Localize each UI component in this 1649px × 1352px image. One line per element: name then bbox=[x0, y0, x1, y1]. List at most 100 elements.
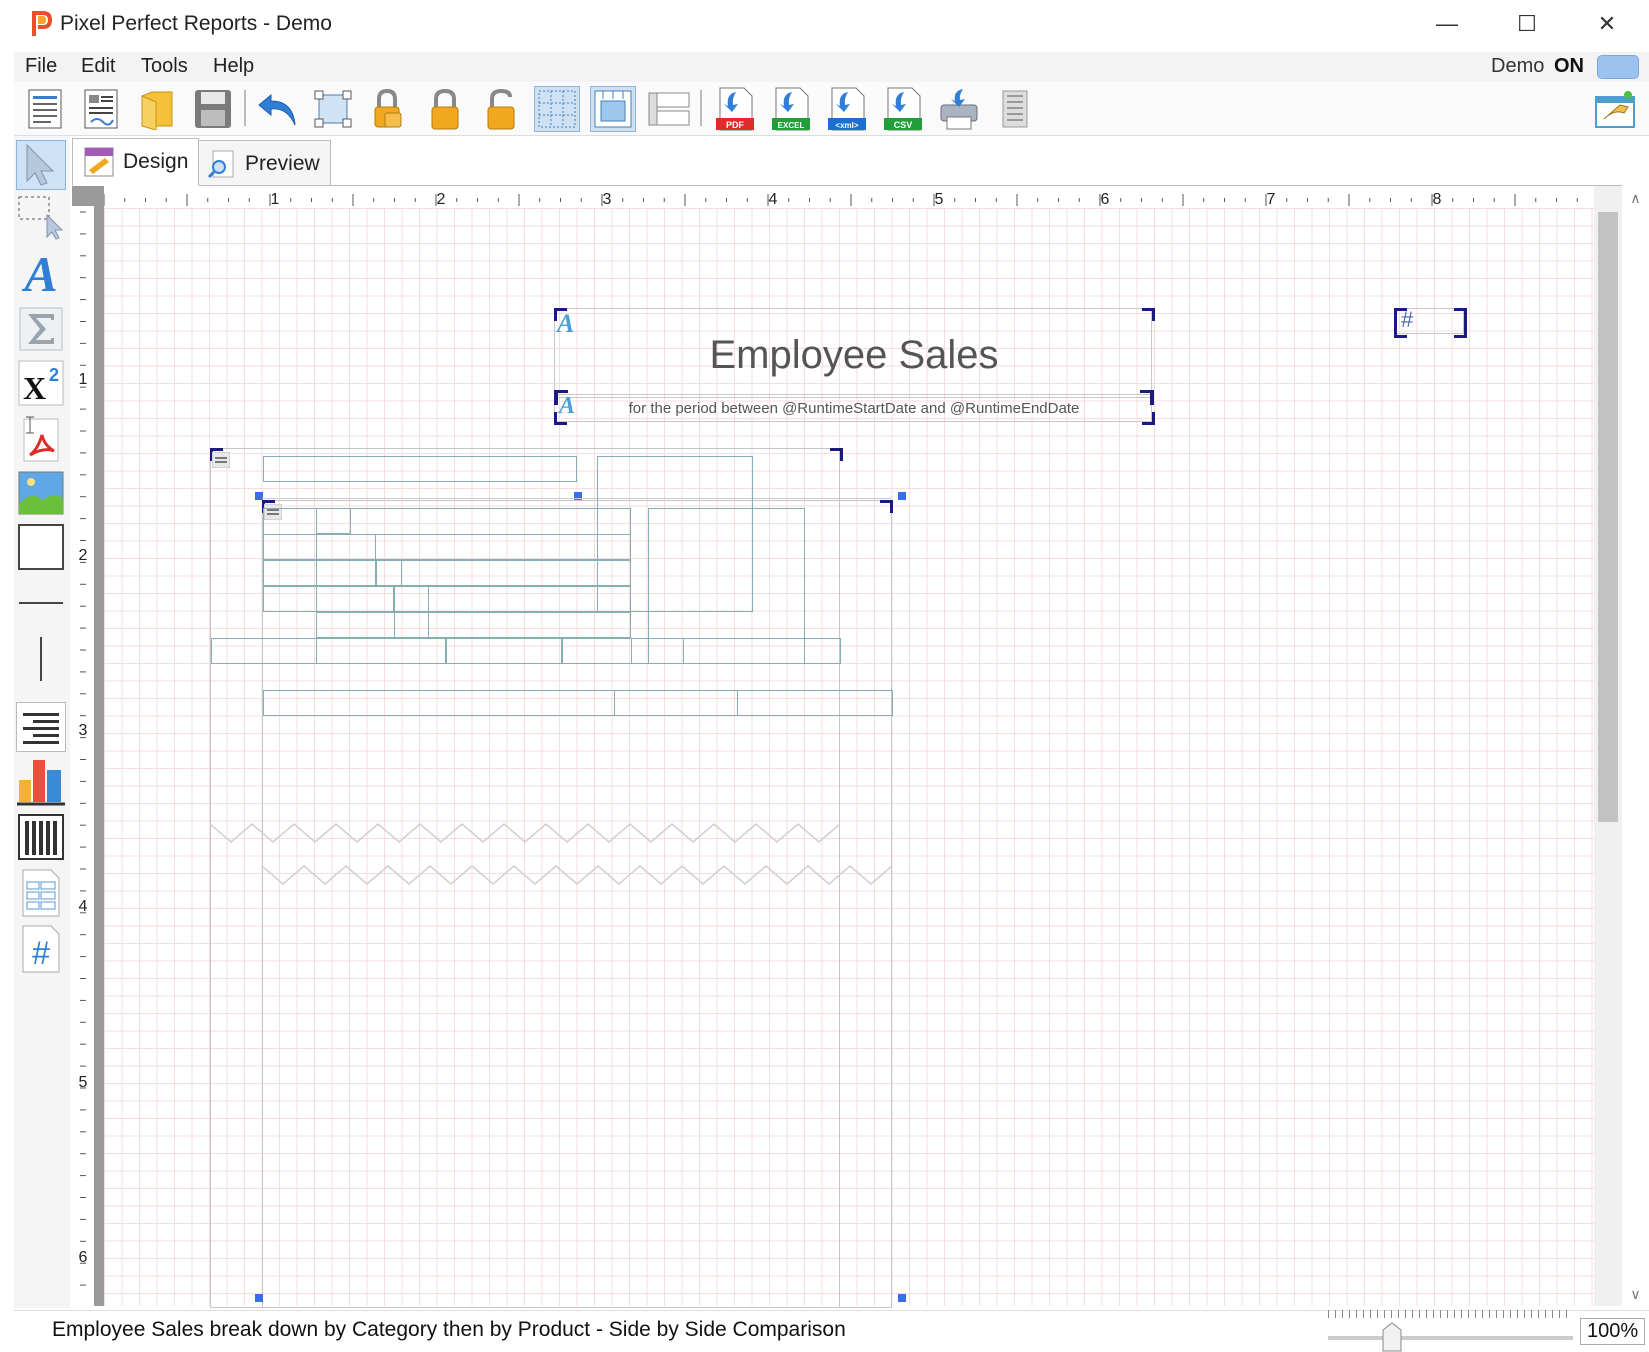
export-pdf-button[interactable]: PDF bbox=[712, 86, 758, 132]
lock-all-button[interactable] bbox=[366, 86, 412, 132]
report-cell[interactable] bbox=[614, 690, 738, 716]
report-cell[interactable] bbox=[446, 638, 562, 664]
print-button[interactable] bbox=[936, 86, 982, 132]
menu-bar bbox=[14, 52, 1649, 82]
tab-design-label: Design bbox=[123, 150, 189, 173]
title-textbox[interactable]: A Employee Sales bbox=[554, 308, 1152, 398]
export-csv-icon: CSV bbox=[884, 87, 922, 131]
undo-icon bbox=[258, 93, 296, 126]
sum-tool[interactable] bbox=[16, 304, 66, 354]
ruler-number: 5 bbox=[935, 191, 944, 208]
scroll-up-icon[interactable]: ∧ bbox=[1622, 186, 1649, 210]
sub-report-tool[interactable] bbox=[16, 868, 66, 918]
subreport-marker-icon bbox=[212, 452, 230, 468]
report-cell[interactable] bbox=[263, 690, 893, 716]
maximize-button[interactable]: ☐ bbox=[1492, 4, 1562, 44]
demo-mode-label: Demo bbox=[1491, 55, 1545, 77]
report-title: Employee Sales bbox=[709, 333, 999, 377]
design-tab-icon bbox=[84, 147, 114, 177]
minimize-button[interactable]: — bbox=[1412, 4, 1482, 44]
horizontal-line-tool[interactable] bbox=[16, 578, 66, 628]
resize-button[interactable] bbox=[310, 86, 356, 132]
rectangle-tool[interactable] bbox=[16, 522, 66, 572]
preview-tab-icon bbox=[207, 150, 234, 178]
margin-bar bbox=[94, 206, 104, 1306]
scroll-down-icon[interactable]: ∨ bbox=[1622, 1282, 1649, 1306]
image-tool[interactable] bbox=[16, 468, 66, 518]
sub-report-icon bbox=[22, 869, 60, 917]
menu-edit[interactable]: Edit bbox=[81, 55, 115, 78]
bands-button[interactable] bbox=[646, 86, 692, 132]
pdf-badge-text: PDF bbox=[726, 120, 745, 130]
image-icon bbox=[18, 471, 64, 515]
zoom-ticks bbox=[1328, 1310, 1573, 1318]
export-pdf-icon: PDF bbox=[716, 87, 754, 131]
menu-file[interactable]: File bbox=[25, 55, 57, 78]
report-cell[interactable] bbox=[263, 560, 631, 586]
lock-button[interactable] bbox=[422, 86, 468, 132]
settings-button[interactable] bbox=[1592, 86, 1638, 132]
ruler-number: 6 bbox=[79, 1249, 88, 1266]
scrollbar-thumb[interactable] bbox=[1598, 212, 1618, 822]
report-cell[interactable] bbox=[316, 612, 631, 638]
toolbar-separator bbox=[700, 90, 702, 126]
pointer-tool[interactable] bbox=[16, 140, 66, 190]
selection-corner bbox=[1394, 308, 1407, 338]
report-wizard-button[interactable] bbox=[78, 86, 124, 132]
pointer-icon bbox=[26, 143, 55, 186]
show-grid-button[interactable] bbox=[534, 86, 580, 132]
report-cell[interactable] bbox=[316, 638, 446, 664]
ruler-number: 2 bbox=[437, 191, 446, 208]
sum-icon bbox=[19, 307, 63, 351]
rich-text-tool[interactable] bbox=[16, 702, 66, 752]
export-excel-button[interactable]: EXCEL bbox=[768, 86, 814, 132]
demo-mode-toggle[interactable] bbox=[1597, 55, 1639, 79]
superscript-tool[interactable]: X2 bbox=[16, 358, 66, 408]
close-button[interactable]: ✕ bbox=[1572, 4, 1642, 44]
report-cell[interactable] bbox=[316, 508, 351, 534]
zoom-slider[interactable] bbox=[1328, 1336, 1573, 1340]
zoom-slider-thumb[interactable] bbox=[1382, 1322, 1402, 1352]
text-icon: A bbox=[21, 247, 57, 299]
resize-handle[interactable] bbox=[898, 492, 906, 500]
export-xml-button[interactable]: <xml> bbox=[824, 86, 870, 132]
xml-badge-text: <xml> bbox=[835, 121, 858, 130]
subtitle-textbox[interactable]: A for the period between @RuntimeStartDa… bbox=[554, 393, 1152, 422]
report-cell[interactable] bbox=[562, 638, 632, 664]
tab-preview[interactable]: Preview bbox=[196, 140, 331, 186]
ruler-number: 2 bbox=[79, 547, 88, 564]
export-csv-button[interactable]: CSV bbox=[880, 86, 926, 132]
selection-corner bbox=[830, 448, 843, 461]
table-tool[interactable] bbox=[16, 812, 66, 862]
menu-tools[interactable]: Tools bbox=[141, 55, 188, 78]
zoom-level[interactable]: 100% bbox=[1580, 1318, 1646, 1345]
pdf-field-icon bbox=[23, 416, 59, 462]
report-cell[interactable] bbox=[376, 560, 402, 586]
inner-band-break bbox=[262, 865, 893, 885]
tab-design[interactable]: Design bbox=[72, 138, 200, 186]
new-report-button[interactable] bbox=[22, 86, 68, 132]
marquee-select-tool[interactable] bbox=[16, 192, 66, 242]
window-title: Pixel Perfect Reports - Demo bbox=[60, 12, 332, 35]
report-cell[interactable] bbox=[648, 638, 684, 664]
snap-to-grid-button[interactable] bbox=[590, 86, 636, 132]
open-folder-icon bbox=[141, 91, 173, 130]
resize-handle[interactable] bbox=[898, 1294, 906, 1302]
save-icon bbox=[195, 90, 231, 128]
resize-handle[interactable] bbox=[255, 1294, 263, 1302]
page-number-tool[interactable]: # bbox=[16, 924, 66, 974]
save-button[interactable] bbox=[190, 86, 236, 132]
vertical-line-tool[interactable] bbox=[16, 634, 66, 684]
report-cell[interactable] bbox=[316, 586, 394, 612]
design-canvas[interactable]: A Employee Sales A for the period betwee… bbox=[104, 208, 1594, 1308]
open-button[interactable] bbox=[134, 86, 180, 132]
chart-tool[interactable] bbox=[16, 756, 66, 806]
undo-button[interactable] bbox=[254, 86, 300, 132]
unlock-button[interactable] bbox=[478, 86, 524, 132]
menu-help[interactable]: Help bbox=[213, 55, 254, 78]
lock-icon bbox=[431, 88, 459, 130]
print-preview-button[interactable] bbox=[992, 86, 1038, 132]
pdf-field-tool[interactable] bbox=[16, 414, 66, 464]
report-cell[interactable] bbox=[263, 456, 577, 482]
text-tool[interactable]: A bbox=[16, 247, 66, 299]
